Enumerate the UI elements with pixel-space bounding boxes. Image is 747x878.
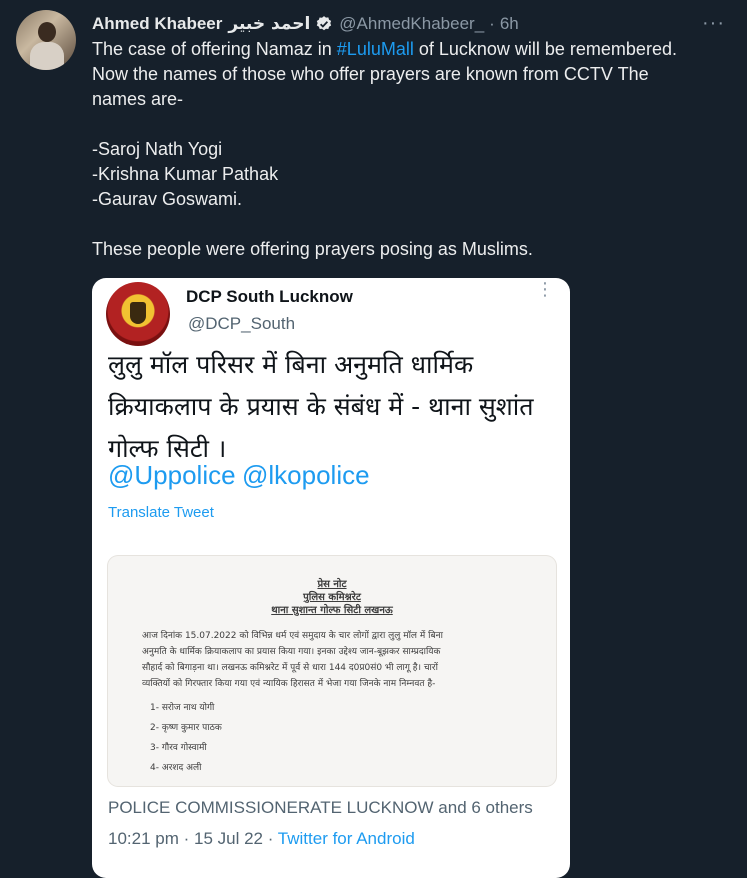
name-item-2: -Krishna Kumar Pathak <box>92 164 279 184</box>
verified-icon <box>317 16 332 31</box>
mention-lkopolice: @lkopolice <box>242 460 370 490</box>
translate-tweet-link: Translate Tweet <box>108 504 214 521</box>
author-avatar[interactable] <box>16 10 76 70</box>
hashtag-link[interactable]: #LuluMall <box>337 39 414 59</box>
press-list-item: 3- गौरव गोस्वामी <box>150 743 207 753</box>
tweet-header: Ahmed Khabeer احمد خبیر @AhmedKhabeer_ ·… <box>92 12 733 36</box>
avatar-head <box>38 22 56 42</box>
quoted-author-handle: @DCP_South <box>188 314 296 333</box>
mention-uppolice: @Uppolice <box>108 460 236 490</box>
quoted-tweet-screenshot[interactable]: DCP South Lucknow @DCP_South ⋮ लुलु मॉल … <box>92 278 570 878</box>
quoted-timestamp: 10:21 pm · 15 Jul 22 · <box>108 829 278 848</box>
tweet-closing-line: These people were offering prayers posin… <box>92 239 533 259</box>
tweet-line-3: names are- <box>92 89 184 109</box>
separator-dot: · <box>489 14 495 33</box>
press-paragraph-line: अनुमति के धार्मिक क्रियाकलाप का प्रयास क… <box>142 647 441 657</box>
tweet-text: The case of offering Namaz in #LuluMall … <box>92 37 722 262</box>
press-note-title: प्रेस नोट <box>317 579 347 590</box>
press-list-item: 4- अरशद अली <box>150 763 202 773</box>
quoted-more-icon: ⋮ <box>536 279 554 299</box>
press-paragraph-line: व्यक्तियों को गिरफ्तार किया गया एवं न्या… <box>142 679 436 689</box>
quoted-tweet-text: लुलु मॉल परिसर में बिना अनुमति धार्मिक क… <box>108 344 558 470</box>
press-paragraph-line: आज दिनांक 15.07.2022 को विभिन्न धर्म एवं… <box>142 631 443 641</box>
more-options-icon[interactable]: ··· <box>702 12 725 35</box>
emblem-icon <box>130 302 146 324</box>
press-note-image: प्रेस नोट पुलिस कमिश्नरेट थाना सुशान्त ग… <box>108 556 556 786</box>
author-name[interactable]: Ahmed Khabeer <box>92 14 222 34</box>
quoted-text-line-2: क्रियाकलाप के प्रयास के संबंध में - थाना… <box>108 392 534 421</box>
quoted-likes-line: POLICE COMMISSIONERATE LUCKNOW and 6 oth… <box>108 798 533 817</box>
tweet-text-segment: The case of offering Namaz in <box>92 39 337 59</box>
tweet-line-1: The case of offering Namaz in #LuluMall … <box>92 37 722 62</box>
quoted-text-line-1: लुलु मॉल परिसर में बिना अनुमति धार्मिक <box>108 350 474 379</box>
press-list-item: 1- सरोज नाथ योगी <box>150 703 215 713</box>
avatar-body <box>30 42 64 70</box>
police-emblem-avatar <box>106 282 170 346</box>
tweet-text-segment: of Lucknow will be remembered. <box>413 39 677 59</box>
quoted-author-name: DCP South Lucknow <box>186 287 353 306</box>
author-name-arabic[interactable]: احمد خبیر <box>228 14 310 34</box>
press-list-item: 2- कृष्ण कुमार पाठक <box>150 723 222 733</box>
press-note-subtitle: पुलिस कमिश्नरेट <box>303 592 361 603</box>
name-item-3: -Gaurav Goswami. <box>92 189 243 209</box>
tweet-line-2: Now the names of those who offer prayers… <box>92 64 649 84</box>
author-handle[interactable]: @AhmedKhabeer_ <box>339 14 484 34</box>
tweet-time[interactable]: 6h <box>500 14 519 34</box>
quoted-source-link: Twitter for Android <box>277 829 415 848</box>
press-note-station: थाना सुशान्त गोल्फ सिटी लखनऊ <box>271 605 393 616</box>
name-item-1: -Saroj Nath Yogi <box>92 139 223 159</box>
press-paragraph-line: सौहार्द को बिगाड़ना था। लखनऊ कमिश्नरेट म… <box>142 663 438 673</box>
quoted-timestamp-line: 10:21 pm · 15 Jul 22 · Twitter for Andro… <box>108 829 415 849</box>
